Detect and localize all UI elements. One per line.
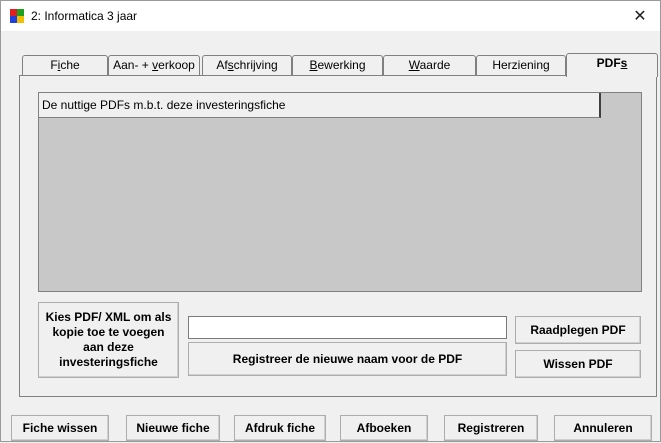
new-fiche-button[interactable]: Nieuwe fiche — [126, 415, 220, 441]
tab-bewerking[interactable]: Bewerking — [292, 55, 383, 76]
tab-aan-verkoop[interactable]: Aan- + verkoop — [108, 55, 200, 76]
delete-pdf-button[interactable]: Wissen PDF — [515, 350, 641, 378]
tab-herziening[interactable]: Herziening — [476, 55, 566, 76]
register-button[interactable]: Registreren — [444, 415, 538, 441]
print-fiche-button[interactable]: Afdruk fiche — [234, 415, 326, 441]
cancel-button[interactable]: Annuleren — [554, 415, 652, 441]
tab-fiche[interactable]: Fiche — [22, 55, 108, 76]
choose-pdf-button[interactable]: Kies PDF/ XML om als kopie toe te voegen… — [38, 302, 179, 378]
title-bar: 2: Informatica 3 jaar ✕ — [1, 1, 660, 31]
pdfs-panel: De nuttige PDFs m.b.t. deze investerings… — [19, 75, 657, 397]
tab-pdfs[interactable]: PDFs — [566, 53, 658, 77]
view-pdf-button[interactable]: Raadplegen PDF — [515, 316, 641, 344]
register-name-button[interactable]: Registreer de nieuwe naam voor de PDF — [188, 342, 507, 376]
pdf-name-input[interactable] — [188, 316, 507, 339]
delete-fiche-button[interactable]: Fiche wissen — [11, 415, 109, 441]
pdf-list[interactable]: De nuttige PDFs m.b.t. deze investerings… — [38, 92, 642, 292]
tab-waarde[interactable]: Waarde — [383, 55, 476, 76]
footer-toolbar: Fiche wissen Nieuwe fiche Afdruk fiche A… — [1, 406, 661, 443]
write-off-button[interactable]: Afboeken — [340, 415, 428, 441]
pdf-list-header[interactable]: De nuttige PDFs m.b.t. deze investerings… — [39, 93, 601, 118]
application-window: 2: Informatica 3 jaar ✕ Fiche Aan- + ver… — [0, 0, 661, 442]
window-title: 2: Informatica 3 jaar — [31, 9, 138, 23]
app-icon — [10, 9, 24, 23]
close-icon[interactable]: ✕ — [620, 1, 660, 31]
tab-afschrijving[interactable]: Afschrijving — [202, 55, 292, 76]
